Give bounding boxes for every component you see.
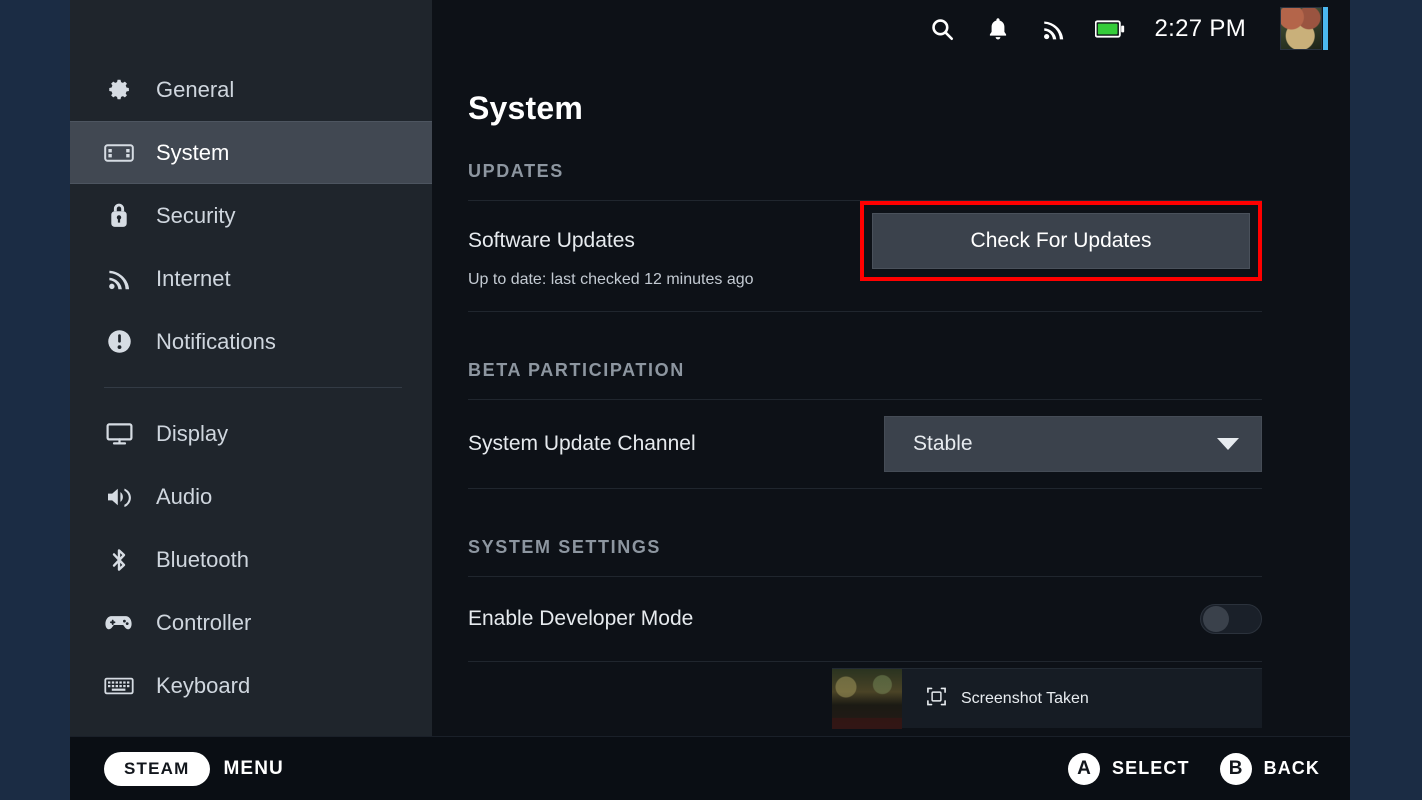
system-update-channel-select[interactable]: Stable: [884, 416, 1262, 472]
avatar-online-status: [1323, 7, 1328, 50]
menu-label: MENU: [223, 757, 284, 779]
wifi-icon: [104, 264, 134, 294]
footer-hints: A SELECT B BACK: [1067, 752, 1320, 785]
row-software-updates: Software Updates Check For Updates: [468, 201, 1262, 281]
lock-icon: [104, 201, 134, 231]
search-icon[interactable]: [927, 14, 957, 44]
steamdeck-icon: [104, 138, 134, 168]
divider: [468, 488, 1262, 489]
sidebar-separator: [104, 387, 402, 388]
notification-icon: [104, 327, 134, 357]
sidebar-item-controller[interactable]: Controller: [70, 591, 432, 654]
sidebar-item-general[interactable]: General: [70, 58, 432, 121]
button-a-icon: A: [1067, 752, 1100, 785]
footer-bar: STEAM MENU A SELECT B BACK: [70, 736, 1350, 800]
steam-button[interactable]: STEAM: [104, 751, 210, 786]
hint-label: SELECT: [1111, 758, 1190, 778]
monitor-icon: [104, 419, 134, 449]
check-for-updates-highlight: Check For Updates: [860, 201, 1262, 281]
notifications-bell-icon[interactable]: [983, 14, 1013, 44]
sidebar-item-label: Audio: [156, 483, 213, 509]
page-title: System: [468, 90, 584, 126]
wifi-icon[interactable]: [1039, 14, 1069, 44]
avatar-image: [1280, 7, 1323, 50]
settings-content: System UPDATES Software Updates Check Fo…: [432, 0, 1350, 736]
toast-body: Screenshot Taken: [902, 686, 1089, 712]
row-enable-developer-mode: Enable Developer Mode: [468, 577, 1262, 661]
hint-label: BACK: [1263, 758, 1320, 778]
sidebar-item-label: System: [156, 139, 230, 165]
section-label-beta-participation: BETA PARTICIPATION: [468, 360, 685, 380]
speaker-icon: [104, 482, 134, 512]
toggle-knob: [1203, 606, 1229, 632]
divider: [468, 311, 1262, 312]
section-label-system-settings: SYSTEM SETTINGS: [468, 537, 662, 557]
sidebar-item-label: Security: [156, 202, 236, 228]
sidebar-item-system[interactable]: System: [70, 121, 432, 184]
sidebar-item-audio[interactable]: Audio: [70, 465, 432, 528]
screenshot-thumbnail: [832, 668, 902, 729]
sidebar-item-label: Internet: [156, 265, 231, 291]
button-b-icon: B: [1219, 752, 1252, 785]
sidebar-item-bluetooth[interactable]: Bluetooth: [70, 528, 432, 591]
divider: [468, 661, 1262, 662]
check-for-updates-button[interactable]: Check For Updates: [872, 213, 1250, 269]
sidebar-item-notifications[interactable]: Notifications: [70, 310, 432, 373]
settings-sidebar: General System Security Internet Notific…: [70, 0, 432, 736]
chevron-down-icon: [1217, 438, 1239, 450]
section-label-updates: UPDATES: [468, 161, 564, 181]
gear-icon: [104, 75, 134, 105]
hint-select[interactable]: A SELECT: [1067, 752, 1190, 785]
steam-deck-settings-window: 2:27 PM General System Security Internet…: [70, 0, 1350, 800]
sidebar-item-label: General: [156, 76, 235, 102]
row-system-update-channel: System Update Channel Stable: [468, 400, 1262, 488]
row-label: System Update Channel: [468, 432, 696, 455]
sidebar-item-label: Keyboard: [156, 672, 251, 698]
row-label: Software Updates: [468, 229, 635, 252]
sidebar-item-label: Bluetooth: [156, 546, 249, 572]
bluetooth-icon: [104, 545, 134, 575]
enable-developer-mode-toggle[interactable]: [1200, 604, 1262, 634]
sidebar-item-display[interactable]: Display: [70, 402, 432, 465]
sidebar-item-label: Notifications: [156, 328, 276, 354]
keyboard-icon: [104, 671, 134, 701]
row-label: Enable Developer Mode: [468, 607, 694, 630]
sidebar-item-label: Display: [156, 420, 229, 446]
screenshot-taken-toast[interactable]: Screenshot Taken: [832, 668, 1262, 729]
sidebar-item-label: Controller: [156, 609, 252, 635]
battery-icon[interactable]: [1094, 14, 1125, 44]
sidebar-item-security[interactable]: Security: [70, 184, 432, 247]
select-value: Stable: [913, 432, 973, 455]
sidebar-item-keyboard[interactable]: Keyboard: [70, 654, 432, 717]
sidebar-item-internet[interactable]: Internet: [70, 247, 432, 310]
gamepad-icon: [104, 608, 134, 638]
avatar[interactable]: [1280, 7, 1328, 51]
screenshot-icon: [926, 686, 947, 712]
clock: 2:27 PM: [1154, 15, 1246, 42]
toast-text: Screenshot Taken: [961, 689, 1089, 707]
hint-back[interactable]: B BACK: [1219, 752, 1320, 785]
